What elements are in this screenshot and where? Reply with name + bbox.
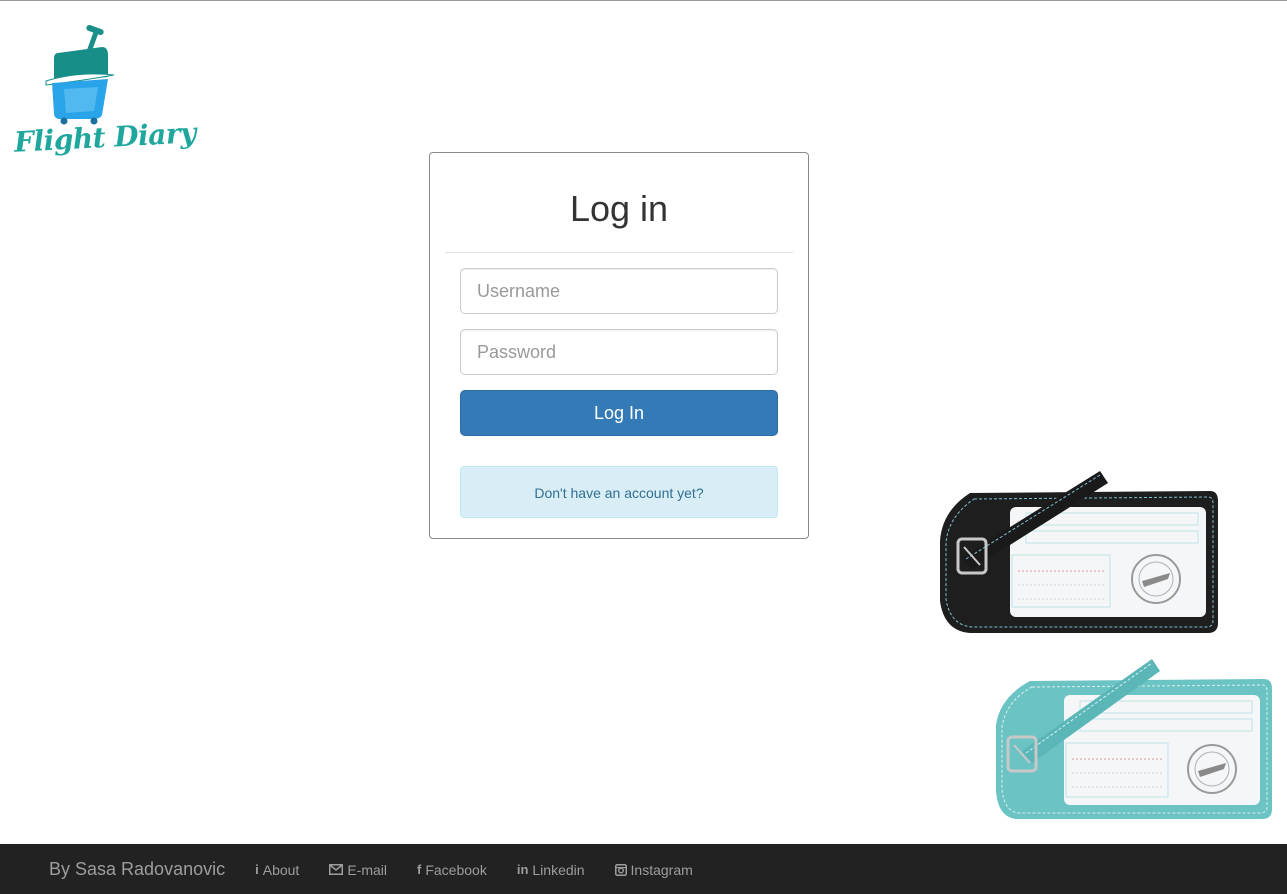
instagram-icon (614, 863, 627, 876)
signup-link[interactable]: Don't have an account yet? (534, 485, 703, 501)
nav-linkedin-label: Linkedin (532, 861, 585, 878)
nav-email-label: E-mail (347, 861, 387, 878)
suitcase-icon (45, 25, 114, 125)
facebook-icon: f (417, 862, 422, 877)
username-input[interactable] (460, 268, 778, 314)
nav-about[interactable]: i About (255, 862, 299, 878)
nav-facebook[interactable]: f Facebook (417, 862, 487, 878)
password-input[interactable] (460, 329, 778, 375)
logo-text: Flight Diary (13, 116, 197, 159)
signup-alert: Don't have an account yet? (460, 466, 778, 518)
info-icon: i (255, 862, 259, 877)
nav-instagram[interactable]: Instagram (614, 861, 693, 878)
teal-luggage-tag (996, 659, 1272, 819)
footer-brand[interactable]: By Sasa Radovanovic (49, 859, 225, 880)
divider (445, 252, 793, 253)
linkedin-icon: in (516, 862, 529, 877)
flight-diary-logo[interactable]: Flight Diary (10, 25, 197, 165)
login-button[interactable]: Log In (460, 390, 778, 436)
nav-instagram-label: Instagram (630, 861, 693, 878)
envelope-icon (329, 864, 344, 875)
nav-facebook-label: Facebook (425, 861, 487, 878)
login-title: Log in (569, 188, 669, 229)
footer-navbar: By Sasa Radovanovic i About E-mail f Fac… (0, 844, 1287, 894)
nav-about-label: About (262, 861, 300, 878)
black-luggage-tag (940, 471, 1218, 633)
login-panel: Log in Log In Don't have an account yet? (429, 152, 809, 539)
luggage-tags-image (940, 471, 1272, 819)
nav-email[interactable]: E-mail (329, 862, 387, 878)
nav-linkedin[interactable]: in Linkedin (517, 862, 585, 878)
